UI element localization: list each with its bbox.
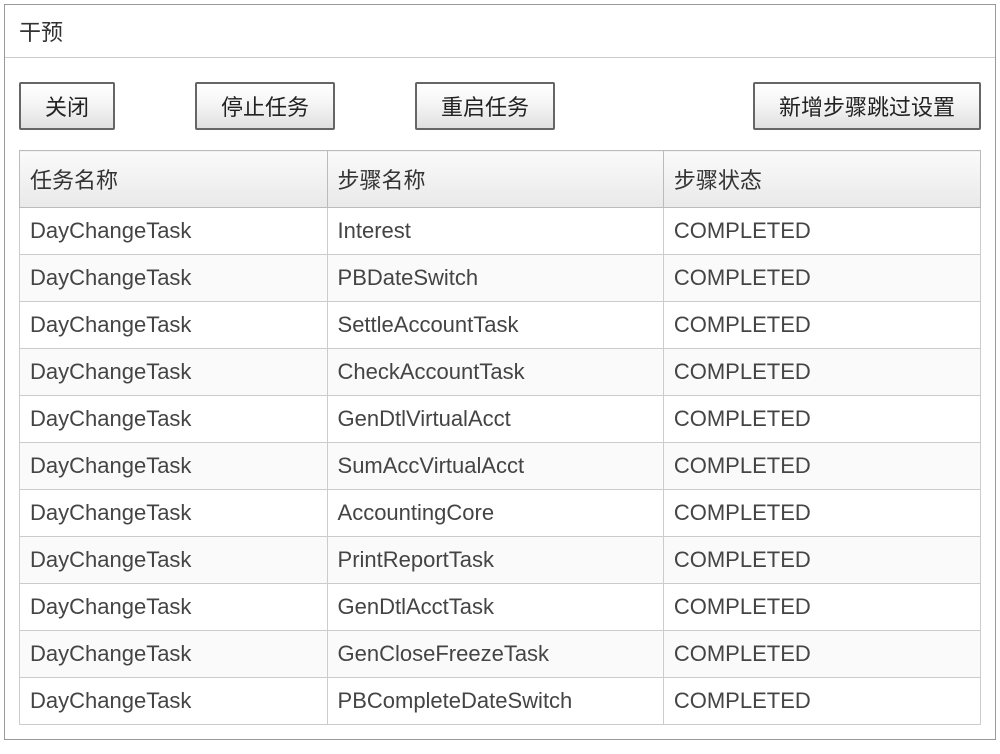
table-row[interactable]: DayChangeTaskGenCloseFreezeTaskCOMPLETED [20,631,981,678]
cell-step-name: PrintReportTask [327,537,663,584]
cell-task-name: DayChangeTask [20,255,328,302]
cell-task-name: DayChangeTask [20,443,328,490]
cell-step-name: SumAccVirtualAcct [327,443,663,490]
cell-step-name: PBCompleteDateSwitch [327,678,663,725]
cell-task-name: DayChangeTask [20,584,328,631]
table-row[interactable]: DayChangeTaskGenDtlAcctTaskCOMPLETED [20,584,981,631]
intervention-window: 干预 关闭 停止任务 重启任务 新增步骤跳过设置 任务名称 [4,4,996,740]
cell-step-status: COMPLETED [663,537,980,584]
restart-task-button-label: 重启任务 [441,95,529,120]
table-row[interactable]: DayChangeTaskPBCompleteDateSwitchCOMPLET… [20,678,981,725]
cell-task-name: DayChangeTask [20,396,328,443]
col-header-task-name[interactable]: 任务名称 [20,151,328,208]
col-header-step-status[interactable]: 步骤状态 [663,151,980,208]
cell-task-name: DayChangeTask [20,208,328,255]
cell-step-status: COMPLETED [663,208,980,255]
close-button-label: 关闭 [45,95,89,120]
window-title-text: 干预 [19,20,63,45]
cell-step-status: COMPLETED [663,631,980,678]
cell-step-status: COMPLETED [663,490,980,537]
cell-step-status: COMPLETED [663,255,980,302]
cell-step-status: COMPLETED [663,584,980,631]
cell-step-name: AccountingCore [327,490,663,537]
cell-step-status: COMPLETED [663,302,980,349]
window-title: 干预 [5,5,995,58]
cell-step-name: Interest [327,208,663,255]
cell-step-status: COMPLETED [663,396,980,443]
table-row[interactable]: DayChangeTaskCheckAccountTaskCOMPLETED [20,349,981,396]
add-skip-step-button-label: 新增步骤跳过设置 [779,95,955,120]
add-skip-step-button[interactable]: 新增步骤跳过设置 [753,82,981,130]
cell-step-status: COMPLETED [663,349,980,396]
table-row[interactable]: DayChangeTaskSumAccVirtualAcctCOMPLETED [20,443,981,490]
stop-task-button[interactable]: 停止任务 [195,82,335,130]
table-row[interactable]: DayChangeTaskAccountingCoreCOMPLETED [20,490,981,537]
cell-task-name: DayChangeTask [20,631,328,678]
cell-step-name: SettleAccountTask [327,302,663,349]
cell-task-name: DayChangeTask [20,678,328,725]
table-row[interactable]: DayChangeTaskGenDtlVirtualAcctCOMPLETED [20,396,981,443]
table-row[interactable]: DayChangeTaskSettleAccountTaskCOMPLETED [20,302,981,349]
cell-task-name: DayChangeTask [20,302,328,349]
table-row[interactable]: DayChangeTaskInterestCOMPLETED [20,208,981,255]
steps-table: 任务名称 步骤名称 步骤状态 DayChangeTaskInterestCOMP… [19,150,981,725]
close-button[interactable]: 关闭 [19,82,115,130]
cell-step-name: GenDtlAcctTask [327,584,663,631]
table-row[interactable]: DayChangeTaskPBDateSwitchCOMPLETED [20,255,981,302]
table-header-row: 任务名称 步骤名称 步骤状态 [20,151,981,208]
steps-table-wrap: 任务名称 步骤名称 步骤状态 DayChangeTaskInterestCOMP… [19,150,981,725]
cell-step-name: GenDtlVirtualAcct [327,396,663,443]
cell-step-name: CheckAccountTask [327,349,663,396]
cell-step-status: COMPLETED [663,443,980,490]
cell-task-name: DayChangeTask [20,490,328,537]
cell-task-name: DayChangeTask [20,349,328,396]
table-row[interactable]: DayChangeTaskPrintReportTaskCOMPLETED [20,537,981,584]
cell-step-status: COMPLETED [663,678,980,725]
stop-task-button-label: 停止任务 [221,95,309,120]
restart-task-button[interactable]: 重启任务 [415,82,555,130]
cell-step-name: GenCloseFreezeTask [327,631,663,678]
cell-step-name: PBDateSwitch [327,255,663,302]
col-header-step-name[interactable]: 步骤名称 [327,151,663,208]
cell-task-name: DayChangeTask [20,537,328,584]
steps-tbody: DayChangeTaskInterestCOMPLETEDDayChangeT… [20,208,981,725]
toolbar: 关闭 停止任务 重启任务 新增步骤跳过设置 [5,58,995,150]
